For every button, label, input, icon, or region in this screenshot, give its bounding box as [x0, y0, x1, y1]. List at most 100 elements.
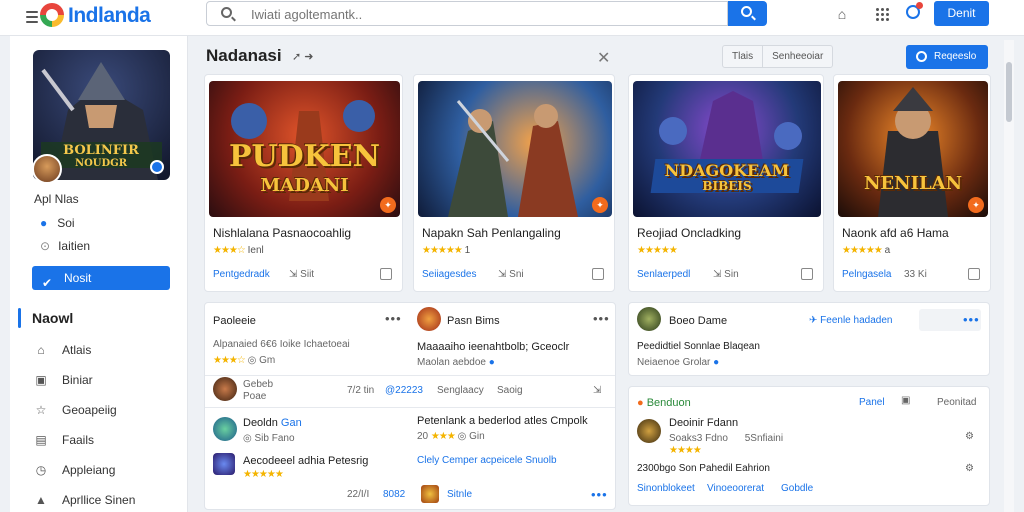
- pin-icon: ✈: [809, 315, 818, 326]
- share-icon[interactable]: [801, 268, 813, 280]
- share-icon[interactable]: [968, 268, 980, 280]
- footer-link[interactable]: Gobdle: [781, 483, 813, 494]
- share-icon[interactable]: [592, 268, 604, 280]
- bell-icon[interactable]: ⌂: [834, 6, 850, 22]
- top-action-button[interactable]: Denit: [934, 1, 989, 26]
- sidebar-item-appleiang[interactable]: ◷ Appleiang: [34, 460, 116, 480]
- card-title[interactable]: Reojiad Oncladking: [637, 226, 741, 240]
- expand-icon[interactable]: ⇲: [593, 385, 601, 396]
- card-category[interactable]: Pelngasela: [842, 269, 891, 280]
- badge-icon: ●: [637, 397, 644, 409]
- footer-link[interactable]: Sinonblokeet: [637, 483, 695, 494]
- scrollbar[interactable]: [1004, 40, 1014, 512]
- avatar[interactable]: [637, 419, 661, 443]
- divider: [205, 375, 615, 376]
- feed-user-title[interactable]: Pasn Bims: [447, 315, 500, 327]
- card-category[interactable]: Seiiagesdes: [422, 269, 476, 280]
- game-art-subtitle: BIBEIS: [702, 179, 752, 193]
- tab-peonitad[interactable]: Peonitad: [937, 397, 976, 408]
- profile-name: Apl Nlas: [34, 192, 79, 206]
- page-title: Nadanasi: [206, 46, 282, 65]
- more-icon[interactable]: •••: [593, 311, 610, 326]
- user-name[interactable]: Deoinir Fdann: [669, 417, 738, 429]
- avatar[interactable]: [637, 307, 661, 331]
- user-rating: ★★★★: [669, 445, 702, 456]
- feed-post-sub: Maolan aebdoe ●: [417, 357, 495, 368]
- sidebar-item-faails[interactable]: ▤ Faails: [34, 430, 94, 450]
- more-icon: •••: [963, 312, 980, 327]
- sidebar: BOLINFIR NOUDGR Apl Nlas ● Soi ⊙ Iaitien ✔…: [10, 36, 188, 512]
- card-category[interactable]: Pentgedradk: [213, 269, 270, 280]
- item-sub: ◎ Sib Fano: [243, 433, 295, 444]
- game-icon[interactable]: [213, 453, 235, 475]
- game-card[interactable]: PUDKEN MADANI ✦ Nishlalana Pasnaocoahlig…: [204, 74, 403, 292]
- footer-label[interactable]: Sitnle: [447, 489, 472, 500]
- play-icon: [150, 160, 164, 174]
- search-bar[interactable]: [206, 1, 728, 26]
- fire-icon: ✦: [968, 197, 984, 213]
- card-title[interactable]: Nishlalana Pasnaocoahlig: [213, 226, 351, 240]
- game-art-title: PUDKEN: [228, 139, 381, 174]
- item-name[interactable]: Deoldn Gan: [243, 417, 302, 429]
- more-icon[interactable]: •••: [385, 311, 402, 326]
- settings-icon[interactable]: ⚙: [965, 463, 974, 474]
- item-title[interactable]: Petenlank a bederlod atles Cmpolk: [417, 415, 588, 427]
- share-icon[interactable]: [380, 268, 392, 280]
- soldier-illustration: [878, 87, 948, 217]
- card-title[interactable]: Naonk afd a6 Hama: [842, 226, 949, 240]
- footer-link[interactable]: Vinoeoorerat: [707, 483, 764, 494]
- request-button[interactable]: Reqeeslo: [906, 45, 988, 69]
- apps-grid-icon[interactable]: [876, 8, 889, 21]
- clock-icon: ◷: [35, 462, 47, 477]
- game-icon[interactable]: [421, 485, 439, 503]
- card-rating: ★★★☆ Ienl: [213, 245, 264, 256]
- feed-post-text: Maaaaiho ieenahtbolb; Gceoclr: [417, 341, 570, 353]
- sidebar-item-atlais[interactable]: ⌂ Atlais: [34, 340, 91, 360]
- avatar[interactable]: [213, 377, 237, 401]
- settings-icon[interactable]: ⚙: [965, 431, 974, 442]
- sidebar-item-geoapeiig[interactable]: ☆ Geoapeiig: [34, 400, 117, 420]
- tab-panel[interactable]: Panel: [859, 397, 885, 408]
- image-icon[interactable]: ▣: [901, 395, 910, 406]
- game-card[interactable]: NDAGOKEAM BIBEIS Reojiad Oncladking ★★★★…: [628, 74, 824, 292]
- search-icon: [741, 6, 752, 17]
- avatar[interactable]: [213, 417, 237, 441]
- footer-time: 22/I/I: [347, 489, 370, 500]
- user-name[interactable]: Boeo Dame: [669, 315, 727, 327]
- search-input[interactable]: [251, 5, 711, 23]
- avatar[interactable]: [417, 307, 441, 331]
- footer-count[interactable]: 8082: [383, 489, 405, 500]
- tab-tlais[interactable]: Tlais: [723, 46, 764, 67]
- primary-sidebar-button[interactable]: ✔ Nosit: [32, 266, 170, 290]
- item-title[interactable]: Aecodeeel adhia Petesrig: [243, 455, 368, 467]
- rating-stars: ★★★★: [669, 445, 702, 456]
- sort-icon[interactable]: ➚ ➜: [292, 50, 314, 63]
- star-icon: ☆: [35, 402, 47, 417]
- post-count[interactable]: @22223: [385, 385, 423, 396]
- section-accent: [18, 308, 21, 328]
- scrollbar-thumb[interactable]: [1006, 62, 1012, 122]
- card-category[interactable]: Senlaerpedl: [637, 269, 690, 280]
- profile-line-2: ● Soi: [40, 216, 75, 230]
- game-card[interactable]: ✦ Napakn Sah Penlangaling ★★★★★ 1 Seiiag…: [413, 74, 615, 292]
- sidebar-item-biniar[interactable]: ▣ Biniar: [34, 370, 92, 390]
- item-link[interactable]: Clely Cemper acpeicele Snuolb: [417, 455, 557, 466]
- more-button[interactable]: •••: [919, 309, 981, 331]
- sidebar-item-aprllice-sinen[interactable]: ▲ Aprllice Sinen: [34, 490, 135, 510]
- top-bar: Indlanda ⌂ Denit: [0, 0, 1024, 36]
- follow-link[interactable]: ✈ Feenle hadaden: [809, 315, 892, 326]
- close-icon[interactable]: ✕: [597, 48, 610, 68]
- list-icon: ▤: [35, 432, 47, 447]
- item-sub: 20 ★★★ ◎ Gin: [417, 431, 485, 442]
- tab-senheeoiar[interactable]: Senheeoiar: [763, 46, 832, 67]
- user-sub: Poae: [243, 391, 267, 402]
- notification-icon[interactable]: [906, 2, 923, 19]
- more-icon[interactable]: •••: [591, 487, 608, 502]
- game-card[interactable]: NENILAN ✦ Naonk afd a6 Hama ★★★★★ a Peln…: [833, 74, 991, 292]
- menu-icon[interactable]: [26, 11, 38, 23]
- avatar[interactable]: [32, 154, 62, 184]
- card-title[interactable]: Napakn Sah Penlangaling: [422, 226, 561, 240]
- search-button[interactable]: [728, 1, 767, 26]
- post-time: 7/2 tin: [347, 385, 375, 396]
- check-icon: ✔: [42, 276, 53, 290]
